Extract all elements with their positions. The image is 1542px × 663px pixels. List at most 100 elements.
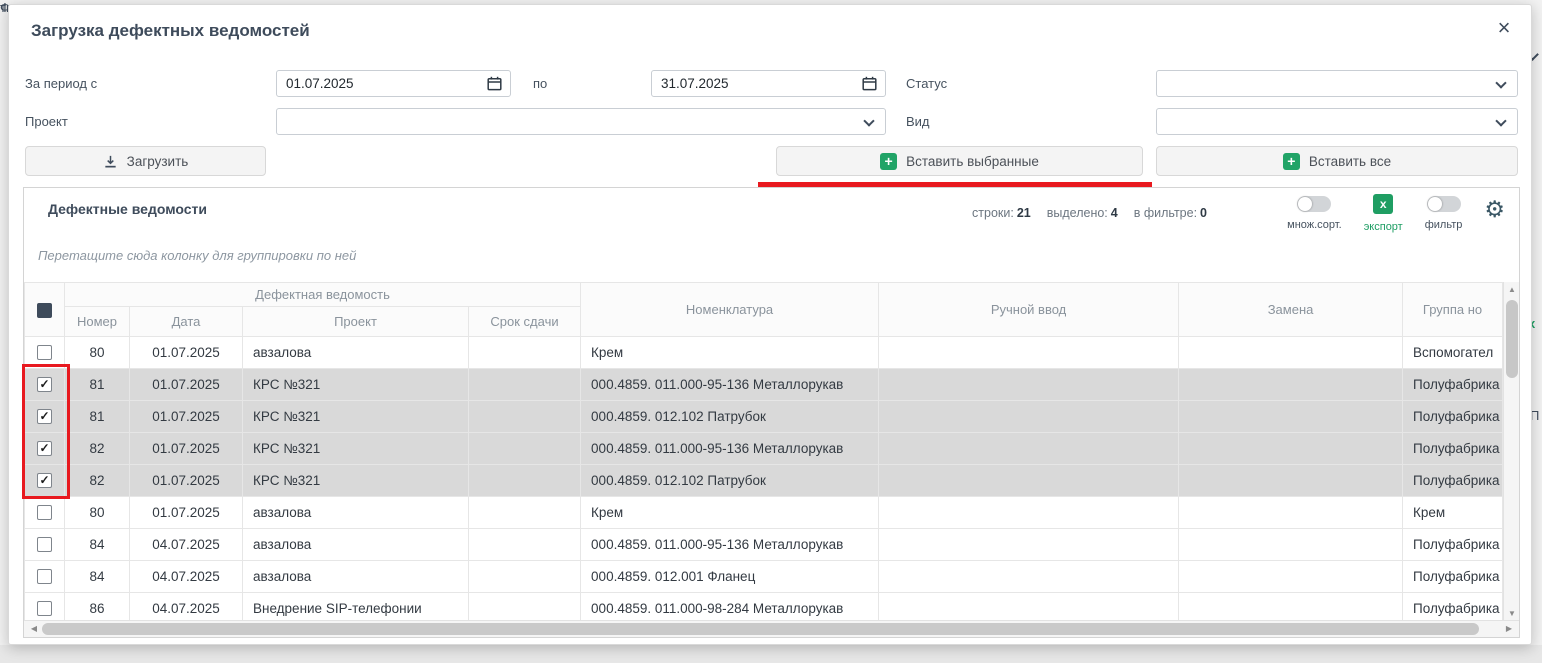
cell-project[interactable]: КРС №321 — [243, 465, 469, 497]
cell-replace[interactable] — [1179, 465, 1403, 497]
cell-number[interactable]: 81 — [65, 369, 130, 401]
column-group-defect-sheet[interactable]: Дефектная ведомость — [65, 283, 581, 307]
cell-group[interactable]: Полуфабрика — [1403, 561, 1503, 593]
column-date[interactable]: Дата — [130, 307, 243, 337]
date-to-input[interactable] — [652, 71, 862, 96]
cell-project[interactable]: КРС №321 — [243, 369, 469, 401]
row-checkbox[interactable]: ✓ — [37, 441, 52, 456]
gear-icon[interactable]: ⚙ — [1484, 198, 1505, 221]
cell-number[interactable]: 84 — [65, 529, 130, 561]
cell-date[interactable]: 01.07.2025 — [130, 369, 243, 401]
cell-date[interactable]: 01.07.2025 — [130, 401, 243, 433]
cell-nomenclature[interactable]: 000.4859. 011.000-95-136 Металлорукав — [581, 433, 879, 465]
cell-replace[interactable] — [1179, 337, 1403, 369]
insert-selected-button[interactable]: + Вставить выбранные — [776, 146, 1143, 176]
cell-nomenclature[interactable]: 000.4859. 012.102 Патрубок — [581, 465, 879, 497]
vid-select[interactable] — [1156, 108, 1518, 135]
cell-project[interactable]: авзалова — [243, 337, 469, 369]
cell-replace[interactable] — [1179, 529, 1403, 561]
column-manual-input[interactable]: Ручной ввод — [879, 283, 1179, 337]
cell-nomenclature[interactable]: Крем — [581, 497, 879, 529]
cell-project[interactable]: Внедрение SIP-телефонии — [243, 593, 469, 623]
cell-date[interactable]: 01.07.2025 — [130, 497, 243, 529]
cell-replace[interactable] — [1179, 497, 1403, 529]
cell-group[interactable]: Полуфабрика — [1403, 465, 1503, 497]
table-row[interactable]: 8604.07.2025Внедрение SIP-телефонии000.4… — [25, 593, 1503, 623]
scroll-left-icon[interactable]: ◀ — [26, 621, 42, 637]
table-row[interactable]: 8001.07.2025авзаловаКремВспомогател — [25, 337, 1503, 369]
table-row[interactable]: 8404.07.2025авзалова000.4859. 011.000-95… — [25, 529, 1503, 561]
cell-manual[interactable] — [879, 593, 1179, 623]
cell-group[interactable]: Полуфабрика — [1403, 529, 1503, 561]
cell-deadline[interactable] — [469, 401, 581, 433]
column-number[interactable]: Номер — [65, 307, 130, 337]
row-checkbox[interactable]: ✓ — [37, 409, 52, 424]
cell-date[interactable]: 01.07.2025 — [130, 465, 243, 497]
row-checkbox[interactable]: ✓ — [37, 377, 52, 392]
cell-deadline[interactable] — [469, 529, 581, 561]
row-checkbox[interactable] — [37, 537, 52, 552]
table-row[interactable]: 8404.07.2025авзалова000.4859. 012.001 Фл… — [25, 561, 1503, 593]
multisort-toggle[interactable] — [1297, 196, 1331, 212]
row-checkbox[interactable]: ✓ — [37, 473, 52, 488]
project-select[interactable] — [276, 108, 886, 135]
cell-group[interactable]: Полуфабрика — [1403, 593, 1503, 623]
calendar-icon[interactable] — [487, 76, 502, 91]
horizontal-scrollbar[interactable]: ◀ ▶ — [24, 620, 1519, 637]
column-nomenclature-group[interactable]: Группа но — [1403, 283, 1503, 337]
date-to-field[interactable] — [651, 70, 886, 97]
date-from-input[interactable] — [277, 71, 487, 96]
cell-manual[interactable] — [879, 337, 1179, 369]
cell-nomenclature[interactable]: 000.4859. 012.001 Фланец — [581, 561, 879, 593]
cell-manual[interactable] — [879, 401, 1179, 433]
cell-deadline[interactable] — [469, 593, 581, 623]
filter-toggle[interactable] — [1427, 196, 1461, 212]
status-select[interactable] — [1156, 70, 1518, 97]
column-deadline[interactable]: Срок сдачи — [469, 307, 581, 337]
cell-replace[interactable] — [1179, 561, 1403, 593]
cell-group[interactable]: Полуфабрика — [1403, 369, 1503, 401]
cell-number[interactable]: 84 — [65, 561, 130, 593]
cell-replace[interactable] — [1179, 401, 1403, 433]
table-row[interactable]: ✓ 8201.07.2025КРС №321 000.4859. 012.102 П… — [25, 465, 1503, 497]
cell-project[interactable]: авзалова — [243, 561, 469, 593]
cell-deadline[interactable] — [469, 337, 581, 369]
calendar-icon[interactable] — [862, 76, 877, 91]
cell-nomenclature[interactable]: 000.4859. 011.000-98-284 Металлорукав — [581, 593, 879, 623]
table-row[interactable]: ✓8101.07.2025КРС №321000.4859. 011.000-9… — [25, 369, 1503, 401]
row-checkbox[interactable] — [37, 601, 52, 616]
cell-nomenclature[interactable]: 000.4859. 012.102 Патрубок — [581, 401, 879, 433]
cell-number[interactable]: 82 — [65, 465, 130, 497]
cell-manual[interactable] — [879, 497, 1179, 529]
cell-project[interactable]: авзалова — [243, 529, 469, 561]
cell-date[interactable]: 01.07.2025 — [130, 337, 243, 369]
select-all-checkbox[interactable] — [37, 303, 52, 318]
scroll-up-icon[interactable]: ▲ — [1504, 282, 1520, 298]
cell-project[interactable]: КРС №321 — [243, 401, 469, 433]
cell-project[interactable]: авзалова — [243, 497, 469, 529]
cell-deadline[interactable] — [469, 369, 581, 401]
cell-nomenclature[interactable]: Крем — [581, 337, 879, 369]
horizontal-scrollbar-thumb[interactable] — [42, 623, 1479, 635]
cell-deadline[interactable] — [469, 561, 581, 593]
cell-deadline[interactable] — [469, 497, 581, 529]
column-project[interactable]: Проект — [243, 307, 469, 337]
cell-number[interactable]: 80 — [65, 337, 130, 369]
cell-number[interactable]: 82 — [65, 433, 130, 465]
cell-replace[interactable] — [1179, 433, 1403, 465]
cell-date[interactable]: 04.07.2025 — [130, 529, 243, 561]
row-checkbox[interactable] — [37, 345, 52, 360]
cell-group[interactable]: Крем — [1403, 497, 1503, 529]
cell-deadline[interactable] — [469, 465, 581, 497]
cell-replace[interactable] — [1179, 369, 1403, 401]
cell-deadline[interactable] — [469, 433, 581, 465]
cell-replace[interactable] — [1179, 593, 1403, 623]
cell-project[interactable]: КРС №321 — [243, 433, 469, 465]
cell-group[interactable]: Полуфабрика — [1403, 401, 1503, 433]
excel-export-icon[interactable]: x — [1373, 194, 1393, 214]
cell-date[interactable]: 01.07.2025 — [130, 433, 243, 465]
cell-number[interactable]: 81 — [65, 401, 130, 433]
cell-number[interactable]: 86 — [65, 593, 130, 623]
column-replacement[interactable]: Замена — [1179, 283, 1403, 337]
table-row[interactable]: ✓ 8101.07.2025КРС №321 000.4859. 012.102 П… — [25, 401, 1503, 433]
